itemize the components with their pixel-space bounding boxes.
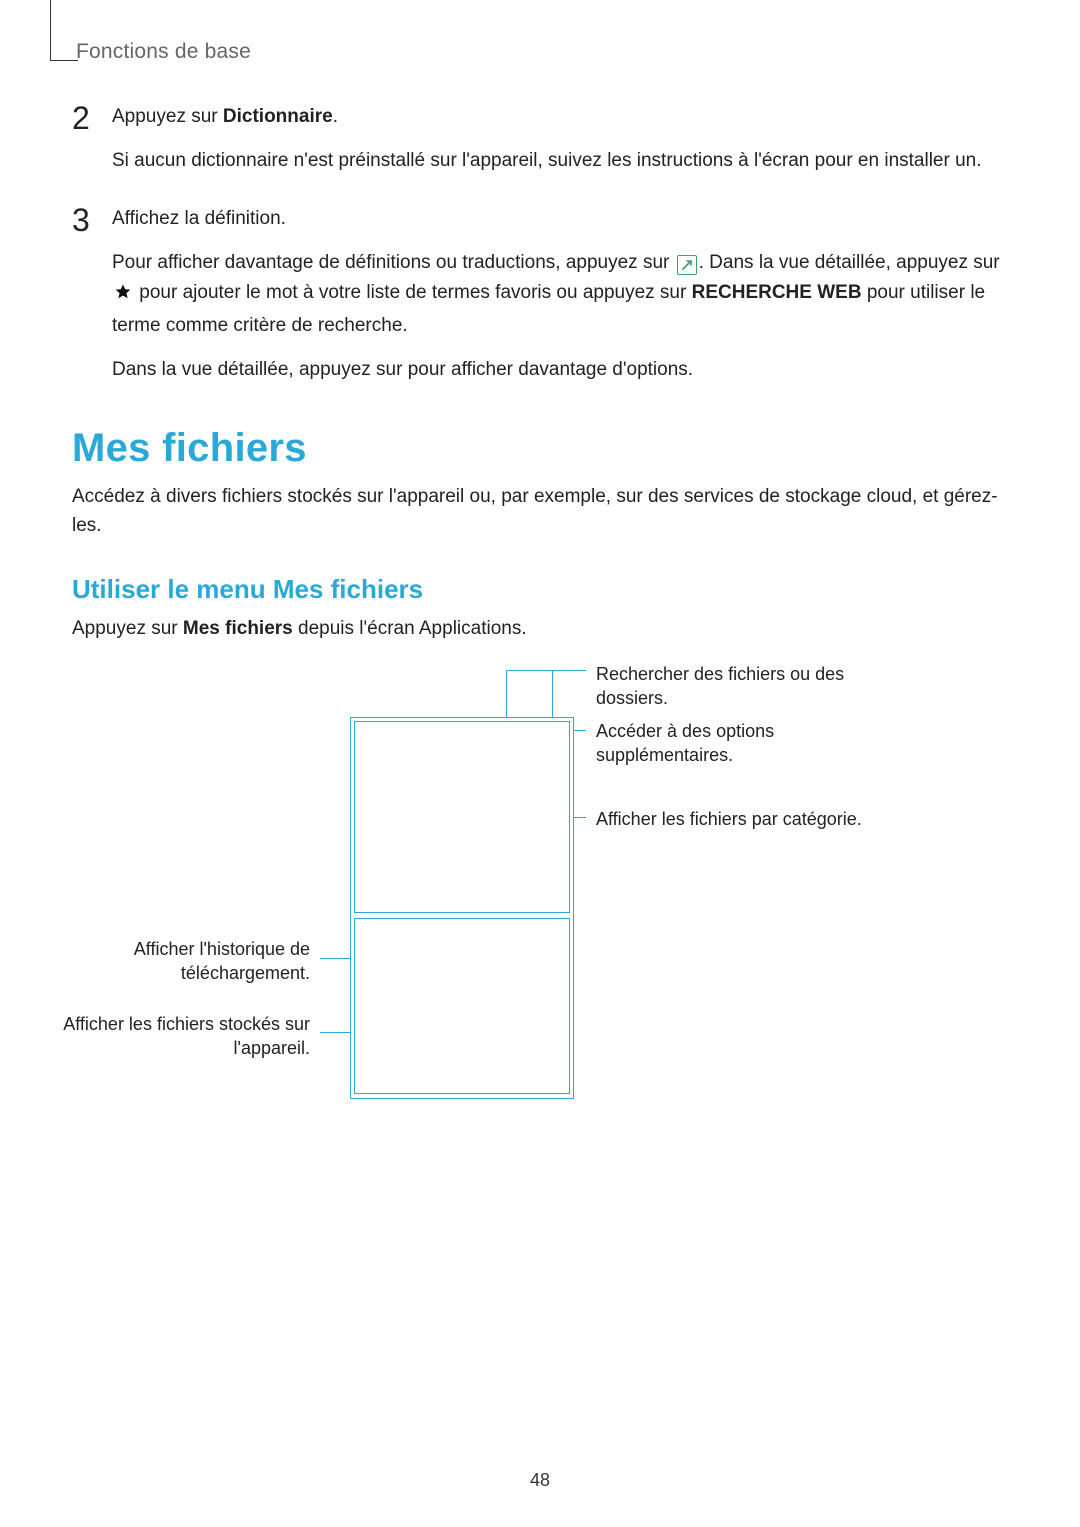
page-margin-rule-vertical — [50, 0, 51, 60]
callout-line — [552, 670, 553, 717]
subsection-heading: Utiliser le menu Mes fichiers — [72, 574, 423, 605]
star-icon — [114, 281, 132, 311]
section-heading: Mes fichiers — [72, 426, 307, 471]
text: depuis l'écran Applications. — [293, 618, 527, 639]
text: Si aucun dictionnaire n'est préinstallé … — [112, 146, 982, 176]
callout-line — [320, 958, 350, 959]
breadcrumb: Fonctions de base — [76, 40, 251, 64]
callout-search: Rechercher des fichiers ou des dossiers. — [596, 662, 856, 711]
callout-line — [574, 817, 586, 818]
step-2: 2 Appuyez sur Dictionnaire. Si aucun dic… — [72, 102, 1002, 176]
callout-options: Accéder à des options supplémentaires. — [596, 719, 856, 768]
section-lead: Accédez à divers fichiers stockés sur l'… — [72, 482, 1002, 541]
text: . Dans la vue détaillée, appuyez sur — [699, 252, 1000, 273]
phone-region-top — [354, 721, 570, 913]
text: Dans la vue détaillée, appuyez sur pour … — [112, 355, 1002, 385]
text: Appuyez sur — [112, 106, 223, 127]
step-number: 2 — [72, 102, 94, 176]
callout-line — [320, 1032, 350, 1033]
text: Affichez la définition. — [112, 204, 1002, 234]
callout-download-history: Afficher l'historique de téléchargement. — [100, 937, 310, 986]
callout-line — [506, 670, 507, 671]
page-number: 48 — [0, 1470, 1080, 1491]
step-number: 3 — [72, 204, 94, 385]
diagram: Rechercher des fichiers ou des dossiers.… — [0, 662, 1080, 1132]
text: Pour afficher davantage de définitions o… — [112, 252, 675, 273]
expand-icon — [677, 255, 697, 275]
text: pour ajouter le mot à votre liste de ter… — [134, 282, 692, 303]
page-margin-rule-horizontal — [50, 60, 78, 61]
steps-list: 2 Appuyez sur Dictionnaire. Si aucun dic… — [72, 102, 1002, 413]
text-bold: Mes fichiers — [183, 618, 293, 639]
text-bold: Dictionnaire — [223, 106, 333, 127]
text: . — [333, 106, 338, 127]
step-body: Appuyez sur Dictionnaire. Si aucun dicti… — [112, 102, 982, 176]
text: Appuyez sur — [72, 618, 183, 639]
step-3: 3 Affichez la définition. Pour afficher … — [72, 204, 1002, 385]
callout-categories: Afficher les fichiers par catégorie. — [596, 807, 896, 831]
text-bold: RECHERCHE WEB — [692, 282, 862, 303]
phone-region-bottom — [354, 918, 570, 1094]
callout-device-files: Afficher les fichiers stockés sur l'appa… — [60, 1012, 310, 1061]
callout-line — [506, 670, 507, 717]
callout-line — [574, 730, 586, 731]
callout-line — [506, 670, 586, 671]
subsection-text: Appuyez sur Mes fichiers depuis l'écran … — [72, 614, 1002, 643]
step-body: Affichez la définition. Pour afficher da… — [112, 204, 1002, 385]
